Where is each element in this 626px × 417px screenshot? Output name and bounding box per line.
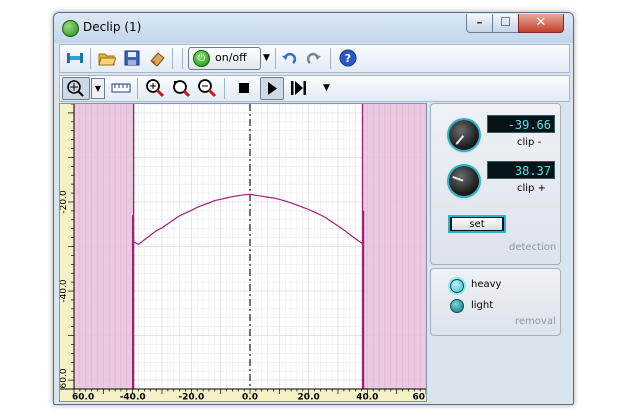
minimize-icon: – bbox=[476, 15, 483, 29]
pin-button[interactable] bbox=[64, 47, 86, 69]
save-icon bbox=[124, 50, 140, 66]
set-button[interactable]: set bbox=[448, 215, 506, 233]
x-tick-label: 40.0 bbox=[356, 393, 378, 402]
play-icon bbox=[268, 82, 277, 95]
zoom-fit-icon bbox=[173, 80, 191, 98]
svg-text:?: ? bbox=[345, 52, 351, 65]
ruler-icon bbox=[111, 83, 131, 93]
main-toolbar: ⏻ on/off ▼ ? bbox=[59, 44, 570, 73]
play-to-end-icon bbox=[291, 81, 306, 95]
clip-plus-knob[interactable] bbox=[449, 166, 479, 196]
clip-minus-label: clip - bbox=[517, 137, 542, 148]
ruler-button[interactable] bbox=[110, 77, 132, 99]
view-toolbar: ▼ ▼ bbox=[59, 75, 570, 102]
clip-plus-display[interactable]: 38.37 bbox=[487, 161, 555, 179]
y-tick-label: -40.0 bbox=[60, 279, 69, 303]
open-button[interactable] bbox=[96, 47, 118, 69]
x-tick-label: 20.0 bbox=[298, 393, 320, 402]
eraser-icon bbox=[150, 52, 165, 67]
zoom-crosshair-icon bbox=[67, 80, 84, 97]
detection-panel: -39.66 clip - 38.37 clip + set detection bbox=[430, 103, 561, 265]
heavy-label: heavy bbox=[471, 279, 502, 290]
detection-section-label: detection bbox=[509, 242, 557, 253]
close-button[interactable]: ✕ bbox=[518, 14, 564, 33]
x-tick-label: 0.0 bbox=[242, 393, 258, 402]
close-icon: ✕ bbox=[535, 15, 547, 30]
window-title: Declip (1) bbox=[83, 20, 142, 34]
redo-icon bbox=[306, 52, 321, 64]
pin-icon bbox=[67, 53, 83, 63]
toolbar-separator bbox=[275, 48, 276, 69]
clip-plus-label: clip + bbox=[517, 183, 546, 194]
zoom-in-button[interactable] bbox=[144, 77, 166, 99]
help-button[interactable]: ? bbox=[337, 47, 359, 69]
clip-minus-knob[interactable] bbox=[449, 120, 479, 150]
zoom-mode-button[interactable] bbox=[62, 77, 90, 100]
power-icon: ⏻ bbox=[193, 50, 210, 67]
light-label: light bbox=[471, 300, 494, 311]
onoff-dropdown-arrow[interactable]: ▼ bbox=[263, 53, 270, 63]
redo-button[interactable] bbox=[303, 47, 325, 69]
knob-indicator bbox=[455, 135, 465, 145]
minimize-button[interactable]: – bbox=[466, 14, 493, 33]
x-tick-label: 60 bbox=[412, 393, 425, 402]
clip-region bbox=[74, 104, 134, 389]
folder-open-icon bbox=[98, 53, 116, 66]
zoom-dropdown-arrow[interactable]: ▼ bbox=[91, 78, 105, 99]
x-tick-label: 60.0 bbox=[72, 393, 94, 402]
zoom-in-icon bbox=[146, 79, 165, 98]
waveform-plot[interactable]: -20.0 -40.0 -60.0 60.0 -40.0 -20.0 0.0 20.0 40.0… bbox=[59, 103, 427, 402]
title-bar[interactable]: Declip (1) – ☐ ✕ bbox=[54, 13, 573, 43]
knob-indicator bbox=[452, 175, 464, 182]
zoom-fit-button[interactable] bbox=[170, 77, 192, 99]
onoff-label: on/off bbox=[215, 51, 247, 64]
preset-button[interactable] bbox=[146, 47, 168, 69]
app-icon bbox=[62, 20, 79, 37]
removal-panel: heavy light removal bbox=[430, 268, 561, 336]
toolbar-separator bbox=[172, 48, 173, 69]
undo-button[interactable] bbox=[278, 47, 300, 69]
play-dropdown-arrow[interactable]: ▼ bbox=[323, 83, 330, 93]
set-button-label: set bbox=[452, 218, 502, 230]
light-radio[interactable] bbox=[450, 299, 464, 313]
y-tick-label: -20.0 bbox=[60, 190, 69, 214]
play-selection-button[interactable] bbox=[288, 77, 310, 99]
save-button[interactable] bbox=[121, 47, 143, 69]
undo-icon bbox=[282, 52, 297, 64]
x-tick-label: -20.0 bbox=[178, 393, 204, 402]
help-icon: ? bbox=[339, 49, 357, 67]
zoom-out-button[interactable] bbox=[196, 77, 218, 99]
declip-window: Declip (1) – ☐ ✕ ⏻ on/off ▼ ? ▼ ▼ -20.0 … bbox=[53, 12, 574, 405]
maximize-icon: ☐ bbox=[500, 15, 511, 29]
clip-region bbox=[362, 104, 426, 389]
toolbar-separator bbox=[182, 48, 183, 69]
y-tick-label: -60.0 bbox=[60, 368, 69, 392]
onoff-button[interactable]: ⏻ on/off bbox=[188, 47, 261, 70]
toolbar-separator bbox=[330, 48, 331, 69]
toolbar-separator bbox=[90, 48, 91, 69]
x-tick-label: -40.0 bbox=[120, 393, 146, 402]
clip-minus-display[interactable]: -39.66 bbox=[487, 115, 555, 133]
heavy-radio[interactable] bbox=[450, 279, 464, 293]
toolbar-separator bbox=[224, 78, 225, 99]
stop-icon bbox=[239, 83, 249, 93]
maximize-button[interactable]: ☐ bbox=[492, 14, 519, 33]
zoom-out-icon bbox=[198, 79, 217, 98]
play-button[interactable] bbox=[260, 77, 284, 100]
toolbar-separator bbox=[137, 78, 138, 99]
stop-button[interactable] bbox=[233, 77, 255, 99]
removal-section-label: removal bbox=[515, 316, 556, 327]
histogram-chart[interactable]: -20.0 -40.0 -60.060.0 -40.0 -20.0 0.0 20.0 40.0… bbox=[60, 104, 426, 401]
